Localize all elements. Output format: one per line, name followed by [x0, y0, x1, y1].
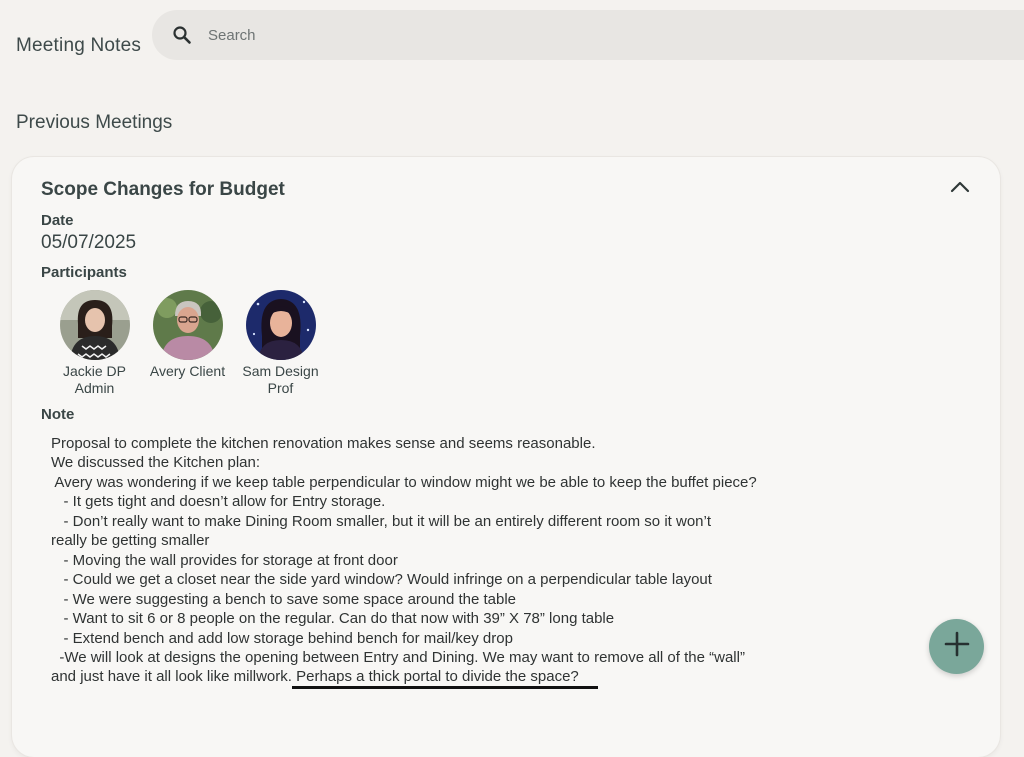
participant-name: Avery Client	[149, 363, 226, 379]
plus-icon	[944, 631, 970, 662]
note-label: Note	[41, 406, 75, 423]
participants-label: Participants	[41, 264, 127, 281]
note-line: - Want to sit 6 or 8 people on the regul…	[51, 610, 615, 628]
participant[interactable]: Avery Client	[141, 290, 234, 397]
search-icon	[172, 25, 192, 45]
participant[interactable]: Sam Design Prof	[234, 290, 327, 397]
search-bar[interactable]: Search	[152, 10, 1024, 60]
note-line: - Moving the wall provides for storage a…	[51, 551, 398, 569]
note-line: Avery was wondering if we keep table per…	[51, 473, 757, 491]
avatar	[152, 290, 223, 360]
note-line: - It gets tight and doesn’t allow for En…	[51, 493, 386, 511]
add-meeting-button[interactable]	[929, 619, 984, 674]
section-title: Previous Meetings	[16, 112, 173, 133]
participant-name: Jackie DP Admin	[62, 363, 127, 396]
date-value: 05/07/2025	[41, 232, 137, 253]
note-line: - Don’t really want to make Dining Room …	[51, 512, 712, 530]
avatar	[245, 290, 316, 360]
participant-name: Sam Design Prof	[242, 363, 319, 396]
note-body: Proposal to complete the kitchen renovat…	[51, 434, 981, 687]
text-underline-annotation	[292, 686, 598, 689]
note-line: really be getting smaller	[51, 532, 210, 550]
meeting-title[interactable]: Scope Changes for Budget	[41, 179, 285, 201]
note-line: - We were suggesting a bench to save som…	[51, 590, 517, 608]
app-title: Meeting Notes	[16, 35, 142, 56]
chevron-up-icon	[950, 180, 970, 198]
avatar	[59, 290, 130, 360]
date-label: Date	[41, 212, 74, 229]
note-line: - Could we get a closet near the side ya…	[51, 571, 712, 589]
participants-list: Jackie DP Admin Avery Client Sam Design …	[48, 290, 327, 397]
note-line: We discussed the Kitchen plan:	[51, 454, 261, 472]
note-line: and just have it all look like millwork.…	[51, 668, 579, 686]
search-input[interactable]: Search	[208, 27, 256, 44]
note-line: -We will look at designs the opening bet…	[51, 648, 745, 666]
note-line: Proposal to complete the kitchen renovat…	[51, 435, 596, 452]
participant[interactable]: Jackie DP Admin	[48, 290, 141, 397]
meeting-card: Scope Changes for Budget Date 05/07/2025…	[12, 157, 1000, 757]
note-line: - Extend bench and add low storage behin…	[51, 629, 513, 647]
collapse-button[interactable]	[948, 179, 972, 199]
